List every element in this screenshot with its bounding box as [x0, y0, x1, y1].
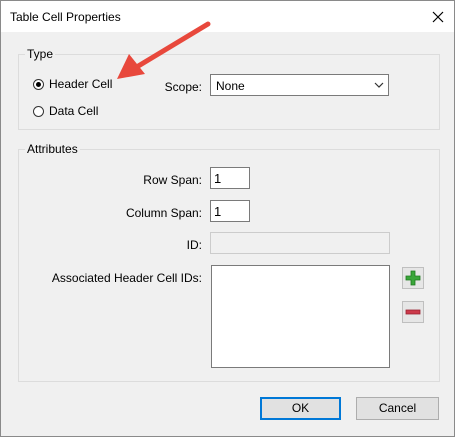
data-cell-radio-indicator[interactable]: [33, 105, 44, 117]
id-input: [210, 232, 390, 254]
scope-select[interactable]: None: [210, 74, 389, 96]
remove-header-id-button[interactable]: [402, 301, 424, 323]
plus-icon: [405, 270, 421, 286]
close-icon[interactable]: [426, 6, 450, 28]
minus-icon: [405, 309, 421, 315]
data-cell-label: Data Cell: [49, 104, 99, 118]
annotation-arrow-icon: [117, 21, 211, 79]
cancel-button[interactable]: Cancel: [356, 397, 439, 420]
header-cell-label: Header Cell: [49, 77, 113, 91]
column-span-input[interactable]: [210, 200, 250, 222]
attributes-group-label: Attributes: [25, 142, 80, 156]
title-bar: Table Cell Properties: [1, 1, 454, 32]
ok-button[interactable]: OK: [260, 397, 341, 420]
associated-header-cell-ids-list[interactable]: [211, 265, 390, 368]
row-span-label: Row Span:: [143, 173, 202, 187]
chevron-down-icon: [374, 82, 384, 88]
associated-header-cell-ids-label: Associated Header Cell IDs:: [51, 271, 202, 285]
id-label: ID:: [186, 238, 202, 252]
data-cell-radio[interactable]: Data Cell: [33, 104, 98, 118]
row-span-input[interactable]: [210, 167, 250, 189]
scope-select-value: None: [216, 79, 245, 93]
column-span-label: Column Span:: [125, 206, 202, 220]
header-cell-radio-indicator[interactable]: [33, 78, 44, 90]
table-cell-properties-dialog: Table Cell Properties Type Header Cell D…: [0, 0, 455, 437]
header-cell-radio[interactable]: Header Cell: [33, 77, 112, 91]
type-group-label: Type: [25, 47, 56, 61]
add-header-id-button[interactable]: [402, 267, 424, 289]
dialog-title: Table Cell Properties: [10, 10, 121, 24]
